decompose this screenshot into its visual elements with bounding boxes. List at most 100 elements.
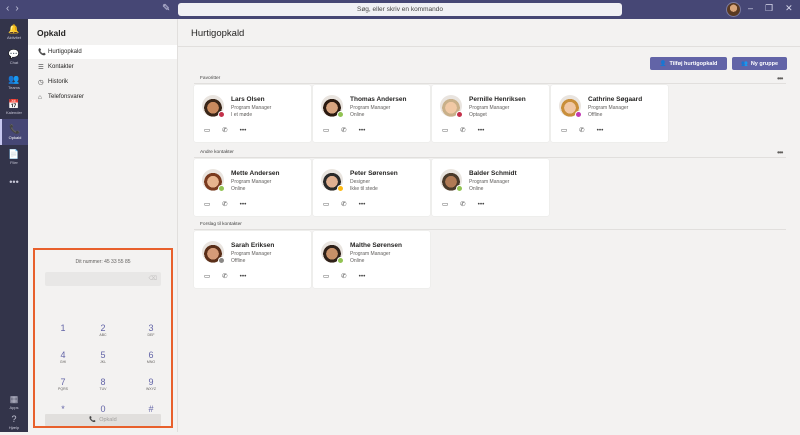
more-options-icon[interactable]: ••• [240, 273, 247, 280]
user-avatar[interactable] [726, 2, 741, 17]
add-person-icon: 👤 [659, 60, 667, 67]
contact-card[interactable]: Sarah Eriksen Program Manager Offline ▭ ✆ ••• [194, 231, 311, 288]
backspace-icon[interactable]: ⌫ [149, 275, 157, 282]
close-icon[interactable]: ✕ [785, 3, 793, 14]
key-letters: DEF [147, 333, 155, 337]
key-digit: 9 [148, 377, 154, 387]
nav-item-voicemail[interactable]: ⌂ Telefonsvarer [28, 90, 177, 104]
more-options-icon[interactable]: ••• [478, 127, 485, 134]
more-options-icon[interactable]: ••• [240, 201, 247, 208]
contact-name: Thomas Andersen [350, 96, 407, 103]
nav-item-history[interactable]: ◷ Historik [28, 75, 177, 89]
hjælp-icon: ? [11, 414, 17, 424]
forward-arrow-icon[interactable]: › [15, 3, 18, 14]
key-digit: 1 [60, 323, 66, 333]
contact-card[interactable]: Lars Olsen Program Manager I et møde ▭ ✆ ••• [194, 85, 311, 142]
call-button-label: Opkald [99, 417, 117, 423]
dial-key-star[interactable]: * [48, 404, 78, 414]
audio-call-icon[interactable]: ✆ [222, 200, 227, 208]
video-call-icon[interactable]: ▭ [442, 200, 448, 208]
audio-call-icon[interactable]: ✆ [341, 200, 346, 208]
search-input[interactable]: Søg, eller skriv en kommando [178, 3, 622, 16]
speed-dial-icon: 📞 [38, 49, 47, 56]
contact-title: Program Manager [469, 105, 510, 111]
contact-actions: ▭ ✆ ••• [442, 126, 485, 135]
audio-call-icon[interactable]: ✆ [222, 272, 227, 280]
chat-icon: 💬 [8, 49, 20, 59]
contact-card[interactable]: Mette Andersen Program Manager Online ▭ ✆ ••• [194, 159, 311, 216]
contact-status: Optaget [469, 112, 487, 118]
more-options-icon[interactable]: ••• [359, 273, 366, 280]
more-options-icon[interactable]: ••• [240, 127, 247, 134]
dial-key-7[interactable]: 7 PQRS [48, 377, 78, 391]
dial-key-8[interactable]: 8 TUV [88, 377, 118, 391]
compose-icon[interactable]: ✎ [162, 3, 170, 14]
video-call-icon[interactable]: ▭ [323, 126, 329, 134]
nav-item-label: Kontakter [48, 64, 74, 70]
dial-key-2[interactable]: 2 ABC [88, 323, 118, 337]
more-options-icon[interactable]: ••• [597, 127, 604, 134]
maximize-icon[interactable]: ❐ [765, 3, 773, 14]
more-options-icon[interactable]: ••• [359, 201, 366, 208]
video-call-icon[interactable]: ▭ [561, 126, 567, 134]
video-call-icon[interactable]: ▭ [323, 200, 329, 208]
rail-item-filer[interactable]: 📄 Filer [0, 144, 28, 170]
audio-call-icon[interactable]: ✆ [341, 272, 346, 280]
add-speed-dial-button[interactable]: 👤 Tilføj hurtigopkald [650, 57, 727, 70]
rail-item-hjælp[interactable]: ? Hjælp [0, 409, 28, 435]
call-button[interactable]: 📞 Opkald [45, 414, 161, 426]
dial-key-3[interactable]: 3 DEF [136, 323, 166, 337]
back-arrow-icon[interactable]: ‹ [6, 3, 9, 14]
dial-key-9[interactable]: 9 WXYZ [136, 377, 166, 391]
minimize-icon[interactable]: – [748, 3, 753, 14]
contact-card[interactable]: Thomas Andersen Program Manager Online ▭ ✆ ••… [313, 85, 430, 142]
rail-item-teams[interactable]: 👥 Teams [0, 69, 28, 95]
video-call-icon[interactable]: ▭ [204, 126, 210, 134]
add-speed-dial-label: Tilføj hurtigopkald [669, 60, 718, 67]
section-divider [194, 83, 786, 84]
audio-call-icon[interactable]: ✆ [222, 126, 227, 134]
rail-item-kalender[interactable]: 📅 Kalender [0, 94, 28, 120]
contact-actions: ▭ ✆ ••• [204, 200, 247, 209]
calls-panel: Opkald 📞 Hurtigopkald ☰ Kontakter ◷ Historik ⌂… [28, 19, 178, 432]
nav-item-contacts[interactable]: ☰ Kontakter [28, 60, 177, 74]
contact-actions: ▭ ✆ ••• [323, 272, 366, 281]
section-more-icon[interactable]: ••• [777, 74, 783, 83]
video-call-icon[interactable]: ▭ [204, 272, 210, 280]
presence-status-icon [337, 257, 344, 264]
audio-call-icon[interactable]: ✆ [579, 126, 584, 134]
contact-status: Offline [588, 112, 603, 118]
video-call-icon[interactable]: ▭ [204, 200, 210, 208]
dial-key-6[interactable]: 6 MNO [136, 350, 166, 364]
rail-item-chat[interactable]: 💬 Chat [0, 44, 28, 70]
rail-item-aktivitet[interactable]: 🔔 Aktivitet [0, 19, 28, 45]
audio-call-icon[interactable]: ✆ [460, 200, 465, 208]
dial-key-1[interactable]: 1 [48, 323, 78, 333]
contact-card[interactable]: Pernille Henriksen Program Manager Optaget… [432, 85, 549, 142]
nav-item-speed-dial[interactable]: 📞 Hurtigopkald [28, 45, 177, 59]
nav-item-label: Historik [48, 79, 69, 85]
contact-status: Online [469, 186, 484, 192]
contact-card[interactable]: Peter Sørensen Designer Ikke til stede ▭ ✆ ••… [313, 159, 430, 216]
video-call-icon[interactable]: ▭ [442, 126, 448, 134]
video-call-icon[interactable]: ▭ [323, 272, 329, 280]
new-group-button[interactable]: 👥 Ny gruppe [732, 57, 787, 70]
contact-card[interactable]: Cathrine Søgaard Program Manager Offline ▭ ✆… [551, 85, 668, 142]
more-options-icon[interactable]: ••• [478, 201, 485, 208]
header-divider [178, 46, 800, 47]
contact-name: Pernille Henriksen [469, 96, 526, 103]
rail-item-more[interactable]: ••• [0, 169, 28, 195]
more-options-icon[interactable]: ••• [359, 127, 366, 134]
dial-key-5[interactable]: 5 JKL [88, 350, 118, 364]
voicemail-icon: ⌂ [38, 93, 42, 101]
key-letters: JKL [99, 360, 107, 364]
dial-key-hash[interactable]: # [136, 404, 166, 414]
dial-key-4[interactable]: 4 GHI [48, 350, 78, 364]
dial-number-input[interactable]: ⌫ [45, 272, 161, 286]
contact-card[interactable]: Malthe Sørensen Program Manager Online ▭ ✆ ••… [313, 231, 430, 288]
contact-card[interactable]: Balder Schmidt Program Manager Online ▭ ✆ ••• [432, 159, 549, 216]
audio-call-icon[interactable]: ✆ [460, 126, 465, 134]
rail-item-opkald[interactable]: 📞 Opkald [0, 119, 28, 145]
section-more-icon[interactable]: ••• [777, 148, 783, 157]
audio-call-icon[interactable]: ✆ [341, 126, 346, 134]
